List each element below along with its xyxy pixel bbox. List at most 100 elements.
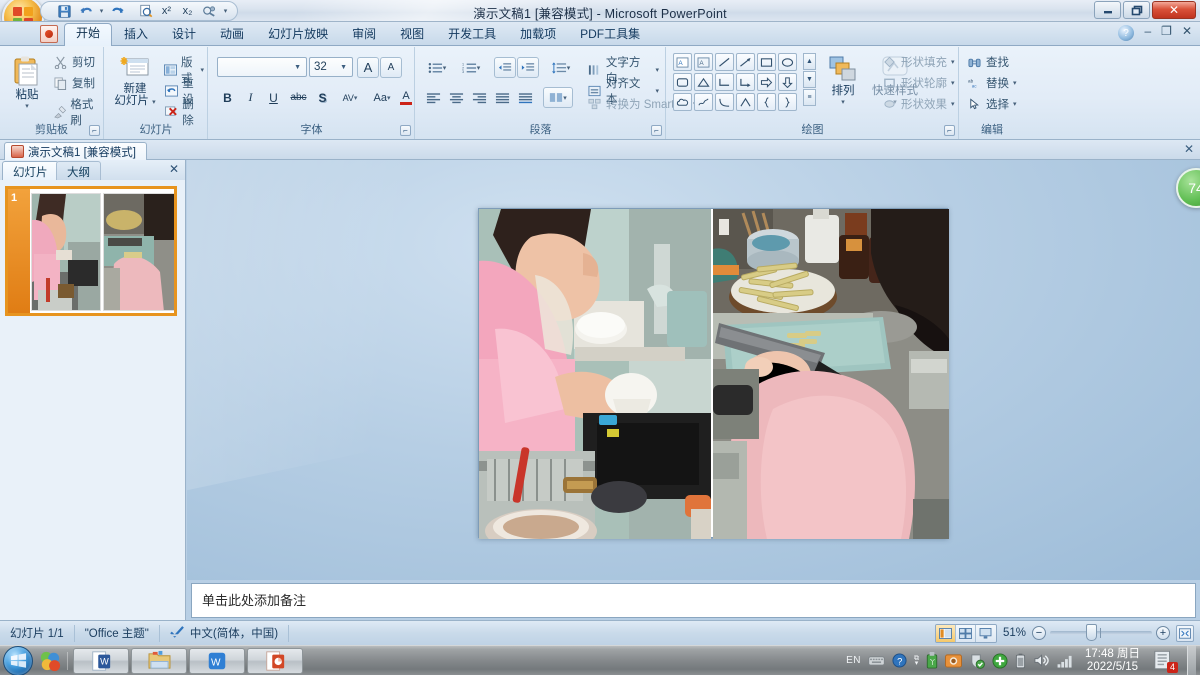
notification-center-button[interactable]: 4 xyxy=(1151,649,1178,673)
shape-textbox-vertical-icon[interactable]: A xyxy=(694,53,713,71)
shape-left-brace-icon[interactable] xyxy=(757,93,776,111)
doc-minimize-button[interactable]: – xyxy=(1144,24,1151,38)
slideshow-view-button[interactable] xyxy=(975,624,996,642)
align-center-button[interactable] xyxy=(445,87,467,108)
shape-outline-button[interactable]: 形状轮廓 ▾ xyxy=(879,74,959,92)
normal-view-button[interactable] xyxy=(935,624,956,642)
align-left-button[interactable] xyxy=(422,87,444,108)
security-shield-icon[interactable] xyxy=(969,653,985,669)
find-button[interactable]: 查找 xyxy=(964,53,1020,71)
slide-editing-area[interactable]: 74 xyxy=(187,160,1200,580)
floating-badge[interactable]: 74 xyxy=(1176,168,1200,208)
text-shadow-button[interactable]: S xyxy=(312,87,333,108)
usb-drive-icon[interactable]: 丫 xyxy=(926,652,938,669)
doc-restore-button[interactable]: ❐ xyxy=(1161,24,1172,38)
pane-tab-outline[interactable]: 大纲 xyxy=(56,161,101,180)
photo-cutting-vegetables[interactable] xyxy=(713,209,949,539)
tab-developer[interactable]: 开发工具 xyxy=(436,24,508,46)
start-button[interactable] xyxy=(3,645,33,675)
new-slide-button[interactable]: 新建 幻灯片 ▾ xyxy=(111,51,159,121)
shrink-font-button[interactable]: A xyxy=(380,57,402,78)
tab-pdf-tools[interactable]: PDF工具集 xyxy=(568,24,652,46)
shape-elbow-arrow-icon[interactable] xyxy=(736,73,755,91)
shape-down-arrow-icon[interactable] xyxy=(778,73,797,91)
slide-thumbnail-1[interactable]: 1 xyxy=(5,186,177,316)
battery-icon[interactable] xyxy=(1015,653,1026,669)
taskbar-powerpoint-button[interactable] xyxy=(247,647,303,674)
underline-button[interactable]: U xyxy=(263,87,284,108)
paragraph-dialog-launcher[interactable]: ⌐ xyxy=(651,125,662,136)
character-spacing-button[interactable]: AV ▾ xyxy=(335,87,365,108)
italic-button[interactable]: I xyxy=(240,87,261,108)
status-theme[interactable]: "Office 主题" xyxy=(75,624,160,642)
slide-canvas[interactable] xyxy=(478,208,949,539)
justify-button[interactable] xyxy=(491,87,513,108)
quicklaunch-media-button[interactable] xyxy=(33,647,67,675)
taskbar-explorer-button[interactable] xyxy=(131,647,187,674)
distribute-button[interactable] xyxy=(514,87,536,108)
show-desktop-button[interactable] xyxy=(1187,645,1196,675)
bold-button[interactable]: B xyxy=(217,87,238,108)
minimize-button[interactable] xyxy=(1094,1,1121,19)
font-dialog-launcher[interactable]: ⌐ xyxy=(400,125,411,136)
tab-review[interactable]: 审阅 xyxy=(340,24,388,46)
tab-insert[interactable]: 插入 xyxy=(112,24,160,46)
font-color-button[interactable]: A xyxy=(399,87,413,108)
status-language[interactable]: 中文(简体，中国) xyxy=(160,624,290,642)
decrease-indent-button[interactable] xyxy=(494,57,516,78)
shape-right-arrow-icon[interactable] xyxy=(757,73,776,91)
select-button[interactable]: 选择 ▾ xyxy=(964,95,1020,113)
tray-expand-icon[interactable]: ⧉ ▾ xyxy=(914,655,919,667)
clipboard-dialog-launcher[interactable]: ⌐ xyxy=(89,125,100,136)
powerpoint-app-icon[interactable] xyxy=(40,25,58,43)
shape-line-icon[interactable] xyxy=(715,53,734,71)
paste-button[interactable]: 粘贴 ▾ xyxy=(6,51,48,119)
tab-slideshow[interactable]: 幻灯片放映 xyxy=(256,24,340,46)
copy-button[interactable]: 复制 xyxy=(50,74,100,92)
shape-curve-icon[interactable] xyxy=(715,93,734,111)
taskbar-wps-button[interactable]: W xyxy=(189,647,245,674)
pane-tab-slides[interactable]: 幻灯片 xyxy=(2,161,59,180)
shape-effects-button[interactable]: 形状效果 ▾ xyxy=(879,95,959,113)
help-icon[interactable]: ? xyxy=(892,653,907,668)
document-tab[interactable]: 演示文稿1 [兼容模式] xyxy=(4,142,147,160)
font-size-combo[interactable]: 32 ▼ xyxy=(309,57,353,77)
shape-cloud-icon[interactable] xyxy=(673,93,692,111)
shape-right-brace-icon[interactable] xyxy=(778,93,797,111)
shape-scribble-icon[interactable] xyxy=(694,93,713,111)
shape-arc-icon[interactable] xyxy=(736,93,755,111)
font-name-combo[interactable]: ▼ xyxy=(217,57,307,77)
clock[interactable]: 17:48 周日 2022/5/15 xyxy=(1081,648,1144,674)
replace-button[interactable]: ab ac 替换 ▾ xyxy=(964,74,1020,92)
tab-view[interactable]: 视图 xyxy=(388,24,436,46)
shape-rectangle-icon[interactable] xyxy=(757,53,776,71)
shape-oval-icon[interactable] xyxy=(778,53,797,71)
change-case-button[interactable]: Aa ▾ xyxy=(367,87,397,108)
help-button[interactable]: ? xyxy=(1118,25,1134,41)
columns-button[interactable]: ▾ xyxy=(543,87,573,108)
tab-animations[interactable]: 动画 xyxy=(208,24,256,46)
fit-slide-to-window-button[interactable] xyxy=(1176,624,1194,642)
network-signal-icon[interactable] xyxy=(1057,654,1074,668)
shape-arrow-icon[interactable] xyxy=(736,53,755,71)
camera-icon[interactable] xyxy=(945,653,962,668)
tab-addins[interactable]: 加载项 xyxy=(508,24,568,46)
slides-pane-close-button[interactable]: ✕ xyxy=(169,162,179,176)
increase-indent-button[interactable] xyxy=(517,57,539,78)
drawing-dialog-launcher[interactable]: ⌐ xyxy=(944,125,955,136)
zoom-in-button[interactable]: + xyxy=(1156,626,1170,640)
shape-fill-button[interactable]: 形状填充 ▾ xyxy=(879,53,959,71)
zoom-track[interactable] xyxy=(1050,624,1152,641)
shape-elbow-connector-icon[interactable] xyxy=(715,73,734,91)
shape-textbox-icon[interactable]: A xyxy=(673,53,692,71)
keyboard-icon[interactable] xyxy=(868,655,885,666)
zoom-slider[interactable]: − + xyxy=(1032,624,1170,641)
taskbar-word-button[interactable]: W xyxy=(73,647,129,674)
update-icon[interactable] xyxy=(992,652,1008,669)
tab-design[interactable]: 设计 xyxy=(160,24,208,46)
bullets-button[interactable]: ▾ xyxy=(422,57,452,78)
align-right-button[interactable] xyxy=(468,87,490,108)
shapes-scroll-up-button[interactable]: ▲ xyxy=(803,53,816,70)
zoom-thumb[interactable] xyxy=(1086,624,1097,641)
notes-placeholder[interactable]: 单击此处添加备注 xyxy=(191,583,1196,618)
